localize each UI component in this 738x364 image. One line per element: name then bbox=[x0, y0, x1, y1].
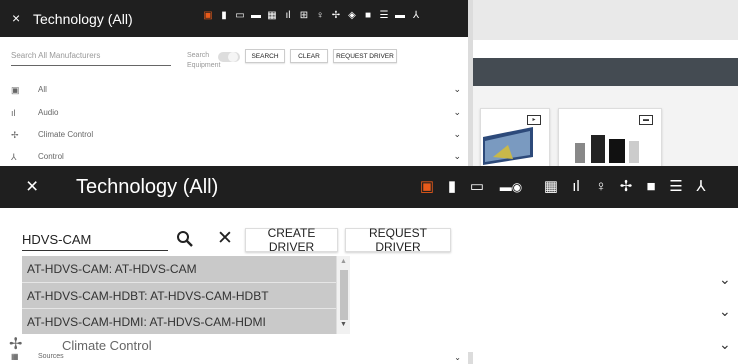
category-row-all[interactable]: ▣ All ⌄ bbox=[11, 81, 461, 103]
bg-icon-bar: ▣ ▮ ▭ ▬ ▦ ıl ⊞ ♀ ✢ ◈ ■ ☰ ▬ ⅄ bbox=[203, 10, 421, 22]
device-image bbox=[575, 135, 639, 163]
processor-icon[interactable]: ▣ bbox=[203, 10, 213, 22]
chevron-down-icon[interactable]: ⌄ bbox=[719, 303, 731, 320]
receiver-icon[interactable]: ▬ bbox=[251, 10, 261, 22]
right-pane-bar bbox=[473, 58, 738, 86]
bg-request-driver-button[interactable]: REQUEST DRIVER bbox=[333, 49, 397, 63]
technology-icon-bar: ▣ ▮ ▭ ▬◉ ▦ ıl ♀ ✢ ■ ☰ ⅄ bbox=[415, 178, 714, 196]
film-icon: ▦ bbox=[11, 352, 19, 361]
network-icon[interactable]: ⅄ bbox=[689, 178, 713, 196]
device-image bbox=[483, 127, 533, 165]
audio-icon: ıl bbox=[11, 108, 16, 118]
category-label: All bbox=[38, 85, 47, 94]
clear-icon[interactable]: ✕ bbox=[214, 228, 236, 250]
receiver-icon: ▬ bbox=[639, 115, 653, 125]
display-icon[interactable]: ▭ bbox=[235, 10, 245, 22]
suggestion-item[interactable]: AT-HDVS-CAM: AT-HDVS-CAM bbox=[22, 256, 336, 282]
processor-icon[interactable]: ▣ bbox=[415, 178, 439, 196]
background-scrollbar-bottom[interactable] bbox=[468, 352, 473, 364]
category-row-climate[interactable]: ✢ Climate Control ⌄ bbox=[11, 126, 461, 148]
category-label: Control bbox=[38, 152, 64, 161]
fan-icon: ✢ bbox=[11, 130, 19, 140]
film-icon[interactable]: ▦ bbox=[539, 178, 563, 196]
bg-title: Technology (All) bbox=[33, 11, 133, 27]
device-card[interactable]: ▸ bbox=[480, 108, 550, 168]
chevron-down-icon[interactable]: ⌄ bbox=[719, 271, 731, 288]
suggestion-item[interactable]: AT-HDVS-CAM-HDMI: AT-HDVS-CAM-HDMI bbox=[22, 308, 336, 334]
grid-icon: ▣ bbox=[11, 85, 20, 95]
receiver-icon[interactable]: ▬◉ bbox=[490, 178, 532, 196]
display-icon[interactable]: ▭ bbox=[465, 178, 489, 196]
create-driver-button[interactable]: CREATE DRIVER bbox=[245, 226, 338, 254]
play-icon: ▸ bbox=[527, 115, 541, 125]
projector-icon[interactable]: ▮ bbox=[219, 10, 229, 22]
category-label: Sources bbox=[38, 353, 64, 360]
bg-search-equipment-label: Search Equipment bbox=[187, 52, 221, 69]
chevron-down-icon[interactable]: ⌄ bbox=[453, 107, 461, 118]
search-input[interactable] bbox=[22, 229, 168, 251]
dialog-title: Technology (All) bbox=[76, 176, 219, 198]
network-icon[interactable]: ⅄ bbox=[411, 10, 421, 22]
camera-icon[interactable]: ■ bbox=[639, 178, 663, 196]
category-row-audio[interactable]: ıl Audio ⌄ bbox=[11, 104, 461, 126]
chevron-down-icon[interactable]: ⌄ bbox=[453, 129, 461, 140]
scroll-thumb[interactable] bbox=[340, 270, 348, 320]
close-icon[interactable]: × bbox=[26, 175, 38, 199]
camera-icon[interactable]: ■ bbox=[363, 10, 373, 22]
background-header: × Technology (All) ▣ ▮ ▭ ▬ ▦ ıl ⊞ ♀ ✢ ◈ … bbox=[0, 0, 472, 37]
bg-search-equipment-toggle[interactable] bbox=[218, 52, 240, 62]
suggestion-scrollbar[interactable]: ▲ ▼ bbox=[336, 256, 350, 334]
category-row-sources[interactable]: ▦ Sources ⌄ bbox=[11, 352, 461, 364]
bulb-icon[interactable]: ♀ bbox=[589, 178, 613, 196]
category-label: Climate Control bbox=[38, 130, 94, 139]
disc-icon[interactable]: ▬ bbox=[395, 10, 405, 22]
bg-search-input[interactable]: Search All Manufacturers bbox=[11, 51, 171, 66]
projector-icon[interactable]: ▮ bbox=[440, 178, 464, 196]
list-icon[interactable]: ☰ bbox=[379, 10, 389, 22]
request-driver-button[interactable]: REQUEST DRIVER bbox=[345, 226, 451, 254]
category-label: Climate Control bbox=[62, 338, 152, 353]
scroll-up-icon[interactable]: ▲ bbox=[340, 258, 347, 265]
scroll-down-icon[interactable]: ▼ bbox=[340, 321, 347, 328]
network-icon: ⅄ bbox=[11, 152, 17, 162]
bg-search-button[interactable]: SEARCH bbox=[245, 49, 285, 63]
bg-clear-button[interactable]: CLEAR bbox=[290, 49, 328, 63]
bulb-icon[interactable]: ♀ bbox=[315, 10, 325, 22]
list-icon[interactable]: ☰ bbox=[664, 178, 688, 196]
audio-icon[interactable]: ıl bbox=[564, 178, 588, 196]
bg-close-icon[interactable]: × bbox=[12, 10, 20, 26]
device-card[interactable]: ▬ bbox=[558, 108, 662, 168]
chevron-down-icon[interactable]: ⌄ bbox=[453, 84, 461, 95]
dialog-header: × Technology (All) ▣ ▮ ▭ ▬◉ ▦ ıl ♀ ✢ ■ ☰… bbox=[0, 166, 738, 208]
search-icon[interactable] bbox=[174, 228, 196, 250]
right-pane-top bbox=[473, 0, 738, 40]
chevron-down-icon[interactable]: ⌄ bbox=[453, 151, 461, 162]
category-label: Audio bbox=[38, 108, 59, 117]
chevron-down-icon[interactable]: ⌄ bbox=[454, 353, 461, 362]
film-icon[interactable]: ▦ bbox=[267, 10, 277, 22]
fan-icon[interactable]: ✢ bbox=[614, 178, 638, 196]
grid-icon[interactable]: ⊞ bbox=[299, 10, 309, 22]
suggestion-item[interactable]: AT-HDVS-CAM-HDBT: AT-HDVS-CAM-HDBT bbox=[22, 282, 336, 308]
suggestion-list: AT-HDVS-CAM: AT-HDVS-CAM AT-HDVS-CAM-HDB… bbox=[22, 256, 336, 334]
fan-icon: ✢ bbox=[9, 336, 23, 353]
audio-icon[interactable]: ıl bbox=[283, 10, 293, 22]
fan-icon[interactable]: ✢ bbox=[331, 10, 341, 22]
category-row-climate-control[interactable]: ✢ Climate Control bbox=[0, 334, 738, 353]
shield-icon[interactable]: ◈ bbox=[347, 10, 357, 22]
